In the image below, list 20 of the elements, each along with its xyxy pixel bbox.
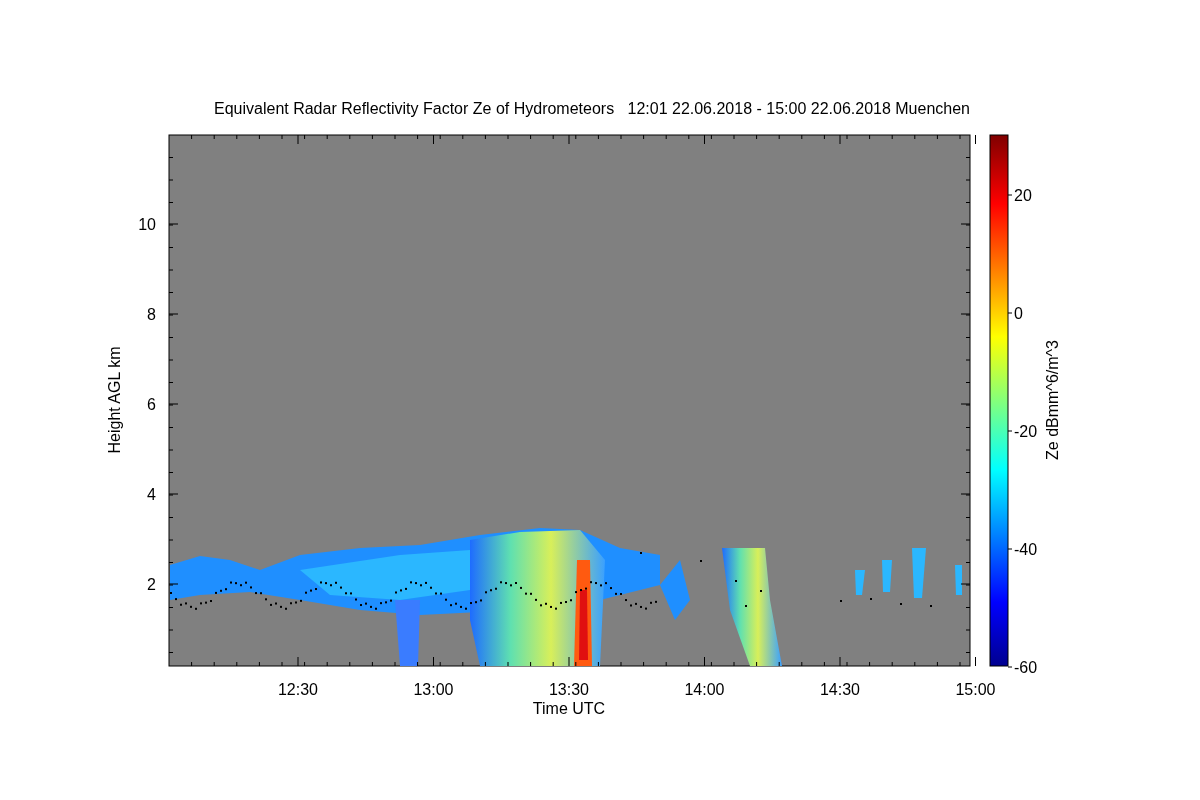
x-tick-label: 12:30 (278, 681, 318, 698)
colorbar-tick-label: 20 (1014, 187, 1032, 204)
colorbar-tick-label: -20 (1014, 423, 1038, 440)
y-axis-label: Height AGL km (106, 346, 123, 454)
x-tick-label: 13:30 (549, 681, 589, 698)
colorbar-label: Ze dBmm^6/m^3 (1044, 340, 1061, 460)
y-tick-label: 8 (147, 306, 156, 323)
y-tick-label: 6 (147, 396, 156, 413)
colorbar-tick-label: -40 (1014, 541, 1038, 558)
colorbar-tick-label: 0 (1014, 305, 1023, 322)
x-tick-label: 15:00 (955, 681, 996, 698)
x-tick-label: 13:00 (413, 681, 454, 698)
x-tick-label: 14:30 (820, 681, 860, 698)
x-tick-label: 14:00 (684, 681, 725, 698)
y-tick-label: 2 (147, 576, 156, 593)
y-tick-label: 10 (138, 216, 156, 233)
chart-title: Equivalent Radar Reflectivity Factor Ze of Hydrometeors 12:01 22.06.2018 - 15:00 22.06.2018 Muenchen (214, 100, 970, 117)
y-tick-label: 4 (147, 486, 156, 503)
x-axis-label: Time UTC (532, 700, 606, 717)
colorbar-tick-label: -60 (1014, 659, 1038, 676)
